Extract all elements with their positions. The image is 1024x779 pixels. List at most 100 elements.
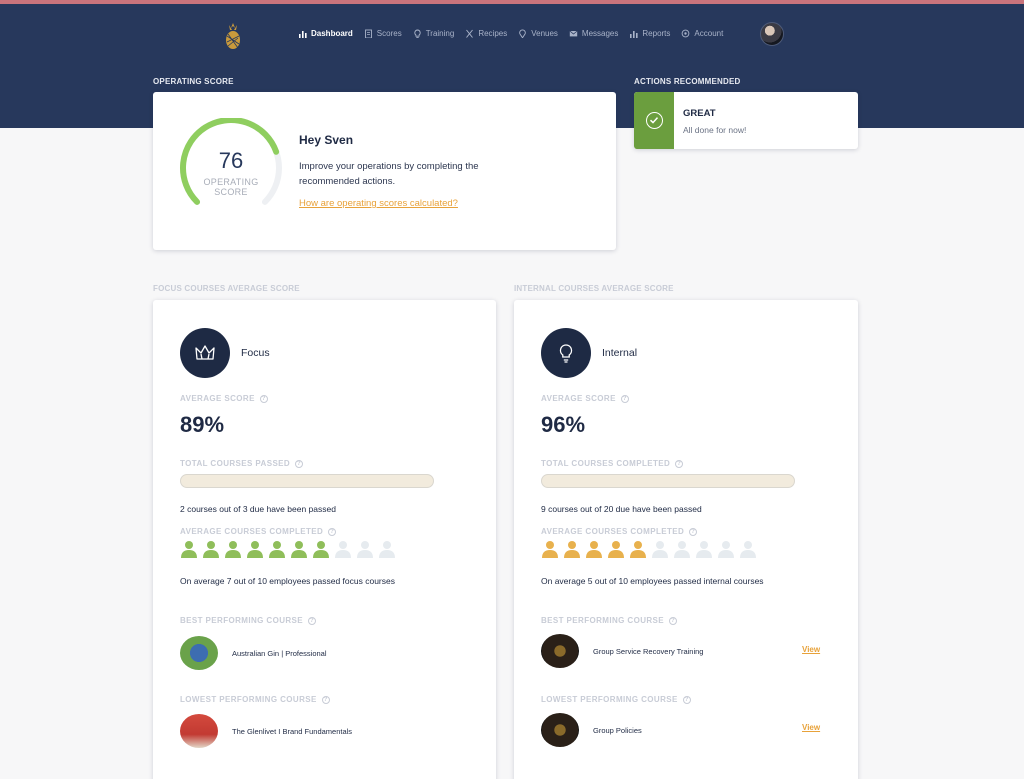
operating-score-caption-line2: SCORE bbox=[214, 187, 248, 197]
nav-item-label: Reports bbox=[642, 28, 671, 38]
internal-progress-bar bbox=[541, 474, 795, 488]
actions-recommended-card[interactable]: GREAT All done for now! bbox=[634, 92, 858, 149]
course-thumbnail bbox=[541, 713, 579, 747]
focus-best-course-title: Australian Gin | Professional bbox=[232, 648, 327, 658]
info-icon[interactable]: ? bbox=[328, 527, 337, 536]
nav-item-messages[interactable]: Messages bbox=[569, 26, 618, 40]
operating-score-caption-line1: OPERATING bbox=[203, 177, 259, 187]
person-filled-icon bbox=[203, 541, 219, 558]
actions-recommended-section-label: ACTIONS RECOMMENDED bbox=[634, 77, 741, 86]
person-filled-icon bbox=[269, 541, 285, 558]
greeting-message: Improve your operations by completing th… bbox=[299, 161, 479, 187]
operating-score-help-link[interactable]: How are operating scores calculated? bbox=[299, 198, 458, 209]
info-icon[interactable]: ? bbox=[321, 695, 330, 704]
focus-best-label: BEST PERFORMING COURSE ? bbox=[180, 616, 317, 625]
focus-lowest-label-text: LOWEST PERFORMING COURSE bbox=[180, 695, 317, 704]
operating-score-card: 76 OPERATING SCORE Hey Sven Improve your… bbox=[153, 92, 616, 250]
internal-lowest-label: LOWEST PERFORMING COURSE ? bbox=[541, 695, 691, 704]
nav-item-recipes[interactable]: Recipes bbox=[465, 26, 507, 40]
nav-item-training[interactable]: Training bbox=[413, 26, 455, 40]
internal-total-completed-label-text: TOTAL COURSES COMPLETED bbox=[541, 459, 671, 468]
envelope-icon bbox=[569, 30, 578, 36]
internal-section-label: INTERNAL COURSES AVERAGE SCORE bbox=[514, 284, 674, 293]
person-empty-icon bbox=[674, 541, 690, 558]
focus-best-label-text: BEST PERFORMING COURSE bbox=[180, 616, 304, 625]
person-empty-icon bbox=[357, 541, 373, 558]
info-icon[interactable]: ? bbox=[295, 459, 304, 468]
course-thumbnail bbox=[180, 636, 218, 670]
lightbulb-icon bbox=[414, 29, 421, 38]
operating-score-value: 76 bbox=[218, 148, 244, 173]
focus-section-label: FOCUS COURSES AVERAGE SCORE bbox=[153, 284, 300, 293]
gear-icon bbox=[682, 29, 690, 37]
nav-item-account[interactable]: Account bbox=[681, 26, 723, 40]
focus-average-score-label: AVERAGE SCORE ? bbox=[180, 394, 268, 403]
internal-course-name: Internal bbox=[602, 347, 638, 359]
operating-score-caption: OPERATING SCORE bbox=[177, 177, 285, 197]
map-pin-icon bbox=[519, 29, 526, 38]
nav-item-label: Venues bbox=[531, 28, 558, 38]
person-filled-icon bbox=[225, 541, 241, 558]
focus-lowest-course-title: The Glenlivet I Brand Fundamentals bbox=[232, 726, 353, 736]
nav-item-venues[interactable]: Venues bbox=[518, 26, 558, 40]
internal-lowest-course-title: Group Policies bbox=[593, 725, 642, 735]
person-filled-icon bbox=[247, 541, 263, 558]
info-icon[interactable]: ? bbox=[669, 616, 678, 625]
person-filled-icon bbox=[291, 541, 307, 558]
info-icon[interactable]: ? bbox=[620, 394, 629, 403]
operating-score-section-label: OPERATING SCORE bbox=[153, 77, 234, 86]
nav-item-label: Messages bbox=[581, 28, 619, 38]
focus-lowest-label: LOWEST PERFORMING COURSE ? bbox=[180, 695, 330, 704]
focus-course-name: Focus bbox=[241, 347, 270, 359]
person-empty-icon bbox=[652, 541, 668, 558]
nav-item-label: Account bbox=[694, 28, 724, 38]
greeting-title: Hey Sven bbox=[299, 133, 354, 147]
focus-courses-card: Focus AVERAGE SCORE ? 89% TOTAL COURSES … bbox=[153, 300, 496, 779]
checkmark-icon bbox=[646, 112, 663, 129]
internal-best-course[interactable]: Group Service Recovery Training bbox=[541, 634, 793, 668]
internal-completed-text: 9 courses out of 20 due have been passed bbox=[541, 504, 702, 514]
nav-item-label: Recipes bbox=[478, 28, 508, 38]
person-empty-icon bbox=[379, 541, 395, 558]
internal-average-score-label-text: AVERAGE SCORE bbox=[541, 394, 616, 403]
info-icon[interactable]: ? bbox=[259, 394, 268, 403]
person-filled-icon bbox=[608, 541, 624, 558]
lightbulb-icon bbox=[541, 328, 591, 378]
internal-average-score-label: AVERAGE SCORE ? bbox=[541, 394, 629, 403]
internal-people-text: On average 5 out of 10 employees passed … bbox=[541, 576, 764, 586]
internal-average-score-value: 96% bbox=[541, 412, 586, 437]
internal-lowest-view-link[interactable]: View bbox=[802, 723, 820, 732]
internal-avg-completed-label: AVERAGE COURSES COMPLETED ? bbox=[541, 527, 698, 536]
person-filled-icon bbox=[564, 541, 580, 558]
nav-item-label: Training bbox=[425, 28, 455, 38]
nav-item-scores[interactable]: Scores bbox=[364, 26, 402, 40]
internal-best-course-title: Group Service Recovery Training bbox=[593, 646, 704, 656]
focus-average-score-label-text: AVERAGE SCORE bbox=[180, 394, 255, 403]
person-empty-icon bbox=[718, 541, 734, 558]
status-badge bbox=[634, 92, 674, 149]
person-filled-icon bbox=[181, 541, 197, 558]
focus-total-passed-label-text: TOTAL COURSES PASSED bbox=[180, 459, 291, 468]
user-avatar[interactable] bbox=[760, 22, 784, 46]
nav-item-dashboard[interactable]: Dashboard bbox=[298, 26, 353, 40]
info-icon[interactable]: ? bbox=[682, 695, 691, 704]
internal-best-view-link[interactable]: View bbox=[802, 645, 820, 654]
info-icon[interactable]: ? bbox=[689, 527, 698, 536]
internal-lowest-course[interactable]: Group Policies bbox=[541, 713, 793, 747]
nav-item-reports[interactable]: Reports bbox=[629, 26, 670, 40]
course-thumbnail bbox=[180, 714, 218, 748]
info-icon[interactable]: ? bbox=[675, 459, 684, 468]
internal-avg-completed-label-text: AVERAGE COURSES COMPLETED bbox=[541, 527, 685, 536]
pineapple-logo-icon[interactable] bbox=[222, 22, 244, 50]
focus-total-passed-label: TOTAL COURSES PASSED ? bbox=[180, 459, 304, 468]
person-filled-icon bbox=[313, 541, 329, 558]
focus-lowest-course[interactable]: The Glenlivet I Brand Fundamentals bbox=[180, 714, 432, 748]
info-icon[interactable]: ? bbox=[308, 616, 317, 625]
internal-best-label: BEST PERFORMING COURSE ? bbox=[541, 616, 678, 625]
course-thumbnail bbox=[541, 634, 579, 668]
utensils-icon bbox=[466, 29, 474, 38]
bar-chart-icon bbox=[630, 30, 638, 38]
actions-status-subtitle: All done for now! bbox=[683, 125, 747, 135]
focus-best-course[interactable]: Australian Gin | Professional bbox=[180, 636, 432, 670]
person-empty-icon bbox=[740, 541, 756, 558]
